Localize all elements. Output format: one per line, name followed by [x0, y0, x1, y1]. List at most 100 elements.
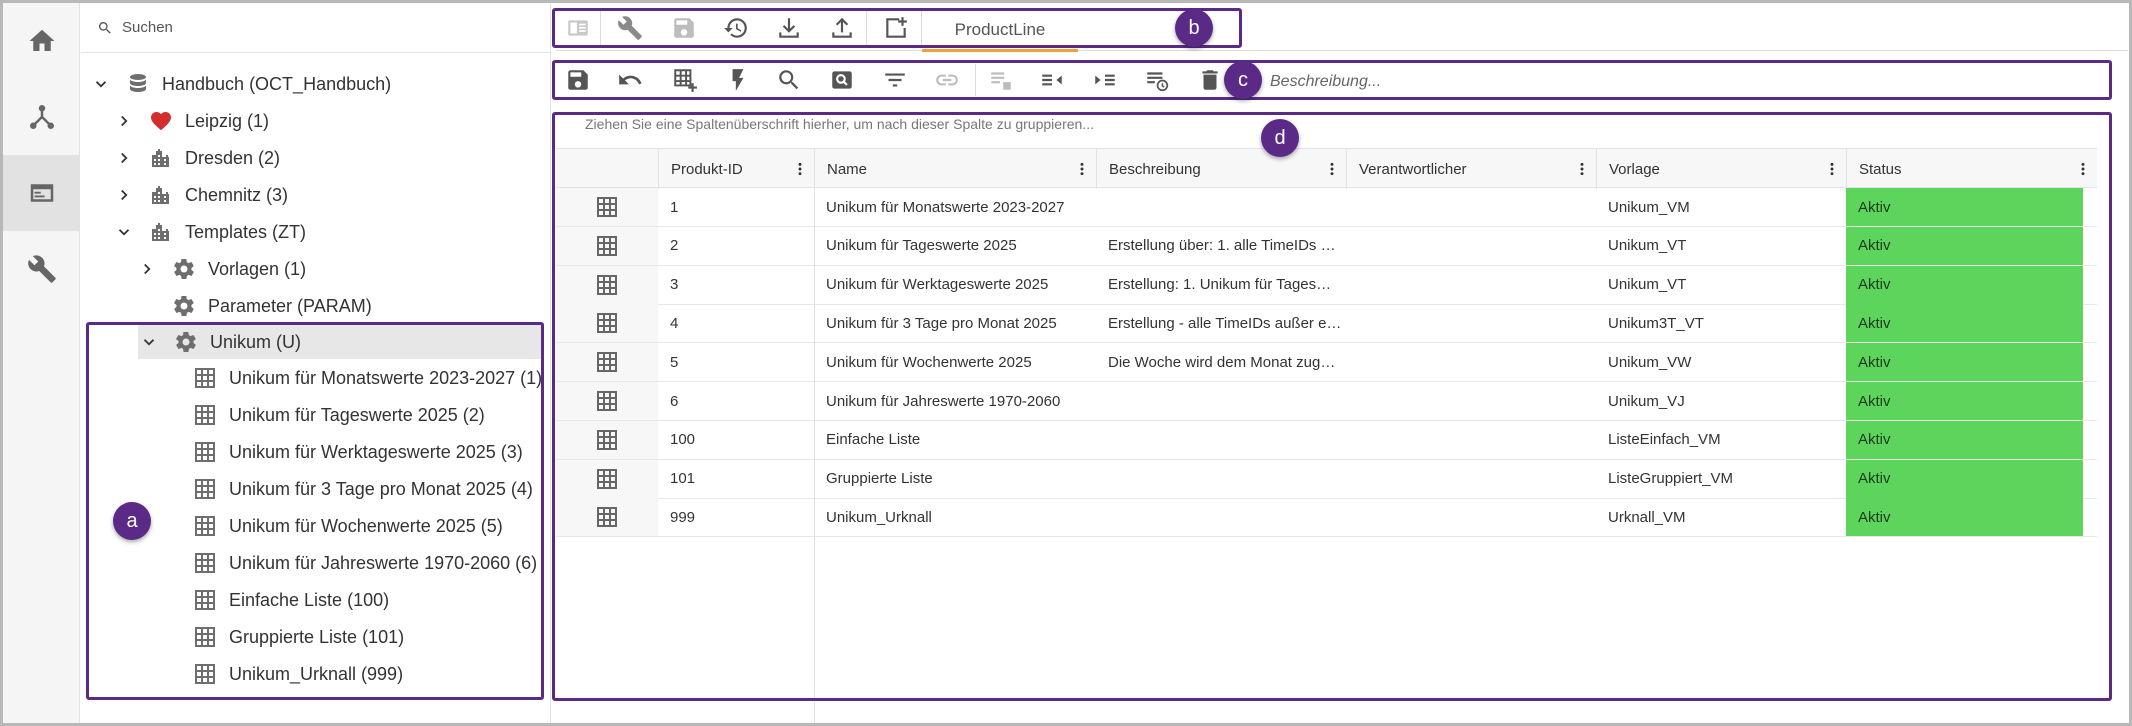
- column-header[interactable]: Status: [1846, 149, 2097, 189]
- tree-node-child[interactable]: Unikum für 3 Tage pro Monat 2025 (4): [193, 472, 533, 506]
- row-handle[interactable]: [556, 343, 658, 382]
- tree-node-child[interactable]: Gruppierte Liste (101): [193, 620, 404, 654]
- undo-button[interactable]: [610, 60, 650, 100]
- table-row[interactable]: 1 Unikum für Monatswerte 2023-2027 Unikum_…: [556, 188, 2097, 227]
- filter-button[interactable]: [875, 60, 915, 100]
- tree-node-parameter[interactable]: Parameter (PARAM): [172, 289, 372, 323]
- tree-node-child[interactable]: Unikum für Tageswerte 2025 (2): [193, 398, 485, 432]
- save-icon: [674, 18, 694, 38]
- column-header-select[interactable]: [556, 149, 658, 189]
- column-header[interactable]: Name: [814, 149, 1096, 189]
- add-grid-button[interactable]: [665, 60, 705, 100]
- preview-button[interactable]: [822, 60, 862, 100]
- search-input[interactable]: [122, 19, 522, 36]
- tree-node-label: Unikum (U): [210, 331, 302, 352]
- tree-node-dresden[interactable]: Dresden (2): [115, 141, 280, 175]
- column-header[interactable]: Beschreibung: [1096, 149, 1346, 189]
- status-cell: Aktiv: [1846, 188, 2083, 226]
- list-history-button[interactable]: [1137, 60, 1177, 100]
- link-button[interactable]: [927, 60, 967, 100]
- nav-tools[interactable]: [3, 231, 80, 307]
- table-row[interactable]: 5 Unikum für Wochenwerte 2025 Die Woche wi…: [556, 343, 2097, 383]
- expand-button[interactable]: [1085, 60, 1125, 100]
- kebab-menu-icon[interactable]: [2075, 160, 2091, 178]
- search-icon: [98, 21, 111, 34]
- chevron-down-icon[interactable]: [140, 333, 158, 351]
- table-row[interactable]: 2 Unikum für Tageswerte 2025 Erstellung üb…: [556, 226, 2097, 266]
- tree-node-label: Unikum für 3 Tage pro Monat 2025 (4): [229, 478, 533, 499]
- tree-node-child[interactable]: Unikum für Werktageswerte 2025 (3): [193, 435, 523, 469]
- table-cell: 100: [670, 431, 696, 449]
- tree-node-templates[interactable]: Templates (ZT): [115, 215, 306, 249]
- chevron-down-icon[interactable]: [115, 223, 133, 241]
- kebab-menu-icon[interactable]: [1324, 160, 1340, 178]
- table-row[interactable]: 999 Unikum_Urknall Urknall_VM Aktiv: [556, 498, 2097, 538]
- tree-node-chemnitz[interactable]: Chemnitz (3): [115, 178, 288, 212]
- upload-button[interactable]: [822, 8, 862, 48]
- tree-node-root[interactable]: Handbuch (OCT_Handbuch): [92, 67, 391, 101]
- save-button[interactable]: [558, 60, 598, 100]
- nav-network[interactable]: [3, 79, 80, 155]
- kebab-menu-icon[interactable]: [792, 160, 808, 178]
- chevron-right-icon[interactable]: [115, 112, 133, 130]
- tree-node-unikum[interactable]: Unikum (U): [138, 325, 542, 359]
- column-header[interactable]: Vorlage: [1596, 149, 1846, 189]
- table-cell: Unikum_VJ: [1608, 392, 1685, 410]
- collapse-button[interactable]: [1032, 60, 1072, 100]
- table-cell: Die Woche wird dem Monat zug…: [1108, 353, 1336, 371]
- kebab-menu-icon[interactable]: [1074, 160, 1090, 178]
- history-button[interactable]: [716, 8, 756, 48]
- description-input[interactable]: [1270, 68, 2090, 96]
- chevron-right-icon[interactable]: [115, 149, 133, 167]
- row-handle[interactable]: [556, 498, 658, 537]
- tree-node-label: Unikum für Werktageswerte 2025 (3): [229, 441, 523, 462]
- table-cell: [1346, 304, 1596, 342]
- column-header[interactable]: Produkt-ID: [658, 149, 814, 189]
- list-save-button[interactable]: [981, 60, 1021, 100]
- tree-node-vorlagen[interactable]: Vorlagen (1): [138, 252, 306, 286]
- tree-node-label: Unikum für Tageswerte 2025 (2): [229, 404, 485, 425]
- table-row[interactable]: 6 Unikum für Jahreswerte 1970-2060 Unikum_…: [556, 382, 2097, 421]
- kebab-menu-icon[interactable]: [1574, 160, 1590, 178]
- add-window-button[interactable]: [876, 8, 916, 48]
- tree-node-leipzig[interactable]: Leipzig (1): [115, 104, 269, 138]
- table-row[interactable]: 3 Unikum für Werktageswerte 2025 Erstellun…: [556, 265, 2097, 305]
- table-row[interactable]: 100 Einfache Liste ListeEinfach_VM Aktiv: [556, 420, 2097, 460]
- row-handle[interactable]: [556, 226, 658, 265]
- row-handle[interactable]: [556, 265, 658, 304]
- download-button[interactable]: [769, 8, 809, 48]
- row-handle[interactable]: [556, 382, 658, 420]
- tree-node-child[interactable]: Unikum für Wochenwerte 2025 (5): [193, 509, 503, 543]
- save-button[interactable]: [664, 8, 704, 48]
- grid-icon: [597, 352, 617, 373]
- tree-node-child[interactable]: Unikum für Monatswerte 2023-2027 (1): [193, 361, 542, 395]
- chevron-down-icon[interactable]: [92, 75, 110, 93]
- grid-icon: [195, 479, 215, 499]
- panel-button[interactable]: [558, 8, 598, 48]
- kebab-menu-icon[interactable]: [1824, 160, 1840, 178]
- grid-icon: [195, 553, 215, 573]
- tree-node-label: Vorlagen (1): [208, 258, 307, 279]
- table-row[interactable]: 101 Gruppierte Liste ListeGruppiert_VM Akti…: [556, 459, 2097, 499]
- table-row[interactable]: 4 Unikum für 3 Tage pro Monat 2025 Erstell…: [556, 304, 2097, 344]
- city-icon: [152, 223, 169, 241]
- row-handle[interactable]: [556, 304, 658, 343]
- nav-home[interactable]: [3, 3, 80, 79]
- lightning-button[interactable]: [718, 60, 758, 100]
- tree-node-child[interactable]: Einfache Liste (100): [193, 583, 389, 617]
- column-header[interactable]: Verantwortlicher: [1346, 149, 1596, 189]
- tree-node-child[interactable]: Unikum für Jahreswerte 1970-2060 (6): [193, 546, 537, 580]
- chevron-right-icon[interactable]: [138, 260, 156, 278]
- tab-productline[interactable]: ProductLine: [922, 10, 1078, 52]
- row-handle[interactable]: [556, 459, 658, 498]
- tree-node-child[interactable]: Unikum_Urknall (999): [193, 657, 403, 691]
- search-button[interactable]: [769, 60, 809, 100]
- row-handle[interactable]: [556, 420, 658, 459]
- wrench-button[interactable]: [610, 8, 650, 48]
- row-handle[interactable]: [556, 188, 658, 226]
- nav-layout[interactable]: [3, 155, 80, 231]
- table-cell: Unikum_VT: [1608, 276, 1687, 294]
- table-cell: 2: [670, 237, 679, 255]
- table-cell: Unikum für Werktageswerte 2025: [826, 276, 1049, 294]
- chevron-right-icon[interactable]: [115, 186, 133, 204]
